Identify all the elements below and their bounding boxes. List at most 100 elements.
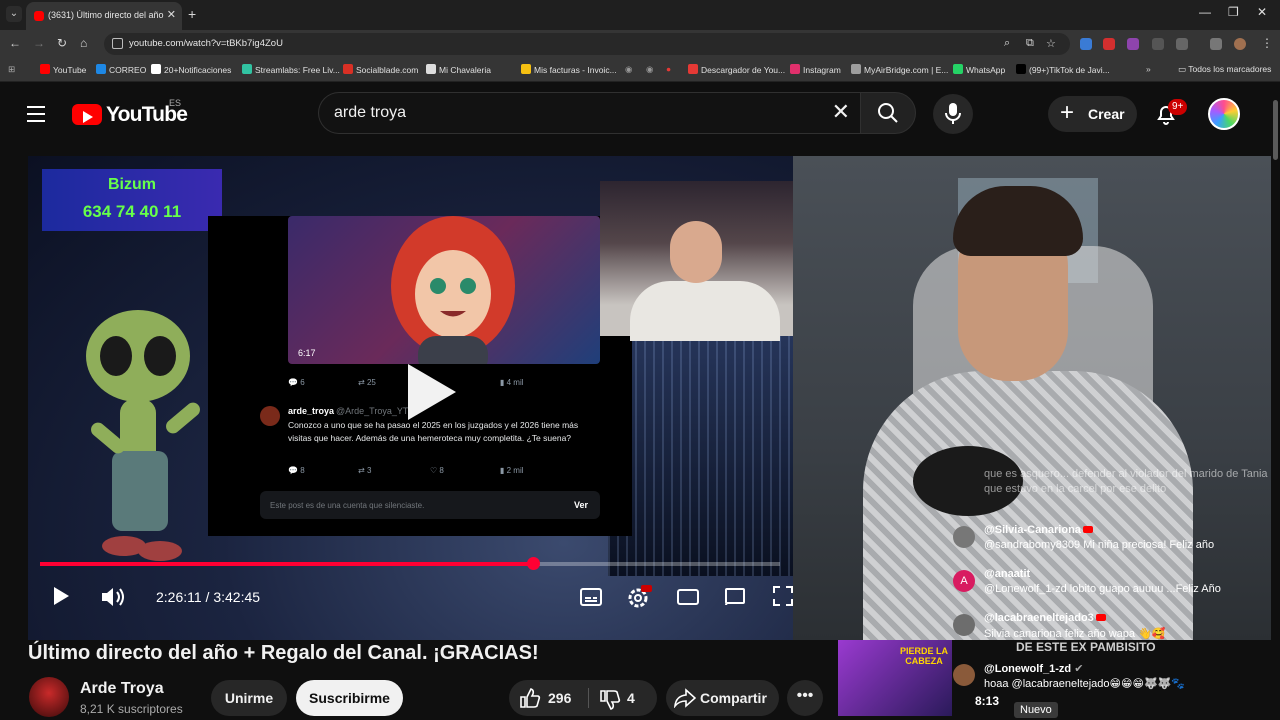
bookmark-folder-icon[interactable]: ● — [666, 64, 671, 74]
bookmark-item[interactable]: Socialblade.com — [343, 64, 418, 75]
create-label: Crear — [1088, 106, 1125, 122]
browser-tab-strip: ⌄ (3631) Último directo del año ✕ + — ❐ … — [0, 0, 1280, 30]
like-divider — [588, 688, 589, 708]
progress-bar[interactable] — [40, 557, 780, 570]
microphone-icon — [945, 103, 961, 124]
close-window-button[interactable]: ✕ — [1257, 5, 1267, 19]
youtube-header: YouTube ES arde troya ✕ + Crear 9+ — [0, 82, 1280, 148]
thumbs-up-icon[interactable] — [519, 687, 541, 709]
tweet-author-avatar — [260, 406, 280, 426]
alien-mascot-image — [86, 310, 200, 561]
extension-icon[interactable] — [1152, 38, 1164, 50]
close-tab-icon[interactable]: ✕ — [167, 8, 176, 21]
bookmark-folder-icon[interactable]: ◉ — [625, 64, 632, 75]
translate-icon[interactable]: ⧉ — [1026, 37, 1034, 50]
page-scrollbar[interactable] — [1271, 86, 1280, 720]
city-background — [608, 336, 793, 576]
bookmark-favicon-icon — [1016, 64, 1026, 74]
bookmark-label: Socialblade.com — [356, 65, 419, 75]
bookmarks-overflow-icon[interactable]: » — [1146, 64, 1151, 74]
theater-mode-icon[interactable] — [676, 585, 700, 609]
channel-avatar[interactable] — [29, 677, 69, 717]
progress-scrubber[interactable] — [527, 557, 540, 570]
all-bookmarks-folder[interactable]: ▭ Todos los marcadores — [1178, 64, 1271, 75]
bookmark-item[interactable]: Streamlabs: Free Liv... — [242, 64, 340, 75]
chat-author: @Silvia-Canariona — [984, 524, 1093, 536]
bookmark-item[interactable]: Descargador de You... — [688, 64, 785, 75]
bookmark-item[interactable]: WhatsApp — [953, 64, 1005, 75]
apps-grid-icon[interactable]: ⊞ — [8, 64, 15, 75]
create-button[interactable]: + Crear — [1048, 96, 1137, 132]
browser-menu-icon[interactable]: ⋮ — [1261, 36, 1273, 50]
channel-name[interactable]: Arde Troya — [80, 680, 164, 698]
bookmark-favicon-icon — [851, 64, 861, 74]
profile-avatar-icon[interactable] — [1234, 38, 1246, 50]
clear-search-icon[interactable]: ✕ — [832, 101, 850, 123]
muted-post-text: Este post es de una cuenta que silencias… — [270, 501, 425, 510]
bookmark-item[interactable]: 20+Notificaciones — [151, 64, 231, 75]
cast-icon[interactable] — [723, 585, 747, 609]
share-button[interactable]: Compartir — [666, 680, 779, 716]
new-tab-button[interactable]: + — [188, 6, 196, 22]
browser-tab-active[interactable]: (3631) Último directo del año ✕ — [26, 2, 182, 30]
more-actions-icon[interactable]: ••• — [787, 680, 823, 716]
tweet-replies: 💬 8 — [288, 466, 305, 475]
bookmark-star-icon[interactable]: ☆ — [1046, 37, 1056, 50]
video-player[interactable]: Bizum 634 74 40 11 6:17 💬 6 ⇄ 25 ▮ 4 mil… — [28, 156, 1280, 640]
extensions-puzzle-icon[interactable] — [1176, 38, 1188, 50]
bookmark-folder-icon[interactable]: ◉ — [646, 64, 653, 75]
big-play-icon[interactable] — [408, 364, 456, 420]
back-button[interactable]: ← — [9, 36, 21, 50]
site-info-icon[interactable] — [112, 38, 123, 49]
address-bar[interactable]: youtube.com/watch?v=tBKb7ig4ZoU ⌕ ⧉ ☆ — [104, 33, 1070, 55]
volume-icon[interactable] — [100, 585, 126, 609]
extension-icon[interactable] — [1103, 38, 1115, 50]
bookmark-favicon-icon — [242, 64, 252, 74]
tab-search-button[interactable]: ⌄ — [6, 6, 22, 22]
restore-window-button[interactable]: ❐ — [1228, 5, 1239, 19]
chat-text: hoaa @lacabraeneltejado😁😁😁🐺🐺🐾 — [984, 678, 1186, 690]
thumbs-down-icon[interactable] — [599, 689, 621, 711]
subscribe-button[interactable]: Suscribirme — [296, 680, 403, 716]
clip-time: 8:13 — [975, 694, 1000, 708]
extension-icon[interactable] — [1127, 38, 1139, 50]
bookmark-item[interactable]: (99+)TikTok de Javi... — [1016, 64, 1110, 75]
bookmark-item[interactable]: CORREO — [96, 64, 146, 75]
voice-search-button[interactable] — [933, 94, 973, 134]
bookmark-label: Mis facturas - Invoic... — [534, 65, 617, 75]
forward-button[interactable]: → — [33, 36, 45, 50]
fullscreen-icon[interactable] — [772, 585, 794, 607]
country-code: ES — [169, 98, 182, 108]
settings-gear-icon[interactable] — [626, 585, 652, 611]
zoom-icon[interactable]: ⌕ — [1004, 37, 1010, 50]
guest-webcam-image — [600, 181, 793, 341]
bookmark-favicon-icon — [96, 64, 106, 74]
search-input[interactable]: arde troya ✕ — [318, 92, 860, 134]
menu-icon[interactable] — [27, 106, 45, 127]
reload-button[interactable]: ↻ — [57, 36, 67, 50]
bookmark-item[interactable]: Instagram — [790, 64, 841, 75]
bookmark-favicon-icon — [790, 64, 800, 74]
search-button[interactable] — [860, 92, 916, 134]
bookmark-favicon-icon — [151, 64, 161, 74]
bookmark-item[interactable]: Mis facturas - Invoic... — [521, 64, 617, 75]
chat-text: Silvia canariona feliz año wapa 👋🥰 — [984, 628, 1166, 640]
scrollbar-thumb[interactable] — [1273, 100, 1278, 160]
chat-avatar — [953, 526, 975, 548]
bookmark-label: Descargador de You... — [701, 65, 786, 75]
notifications-badge: 9+ — [1168, 99, 1188, 115]
bookmark-item[interactable]: YouTube — [40, 64, 86, 75]
extension-icon[interactable] — [1080, 38, 1092, 50]
reading-list-icon[interactable] — [1210, 38, 1222, 50]
bizum-overlay: Bizum 634 74 40 11 — [42, 169, 222, 231]
join-button[interactable]: Unirme — [211, 680, 287, 716]
play-icon[interactable] — [50, 585, 72, 607]
search-icon — [878, 103, 898, 123]
bookmark-item[interactable]: MyAirBridge.com | E... — [851, 64, 948, 75]
home-button[interactable]: ⌂ — [80, 36, 87, 50]
clip-thumbnail-overlay: PIERDE LA CABEZA — [838, 640, 952, 716]
subtitles-icon[interactable] — [579, 585, 603, 609]
account-avatar[interactable] — [1208, 98, 1240, 130]
minimize-window-button[interactable]: — — [1199, 5, 1211, 19]
bookmark-item[interactable]: Mi Chavaleria — [426, 64, 491, 75]
